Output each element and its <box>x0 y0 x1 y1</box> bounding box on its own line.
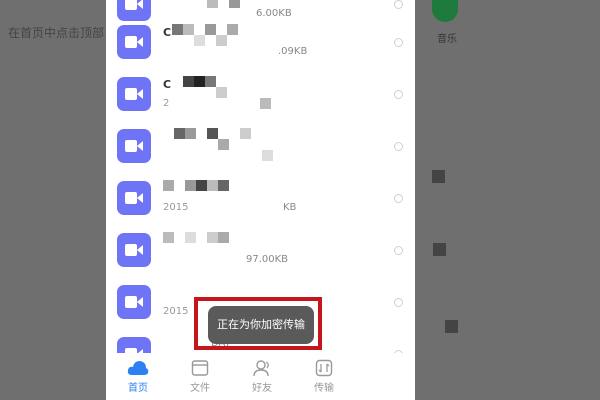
music-icon <box>432 0 458 22</box>
file-size: KB <box>283 202 297 213</box>
file-name: C <box>163 78 172 91</box>
file-row[interactable]: 97.00KB <box>106 224 415 276</box>
background-thumbnail <box>432 170 445 183</box>
blurred-filename <box>163 128 283 162</box>
file-meta: 2 <box>163 98 170 109</box>
file-size: .09KB <box>278 46 308 57</box>
video-file-icon <box>117 25 151 59</box>
watermark <box>335 358 385 388</box>
background-caption: 在首页中点击顶部 <box>8 26 105 40</box>
video-file-icon <box>117 233 151 267</box>
file-name: C <box>163 26 172 39</box>
cloud-icon <box>127 361 149 375</box>
music-label: 音乐 <box>437 34 457 45</box>
select-checkbox[interactable] <box>394 90 403 99</box>
blurred-filename <box>172 24 272 58</box>
file-row[interactable] <box>106 120 415 172</box>
video-file-icon <box>117 129 151 163</box>
video-file-icon <box>117 77 151 111</box>
file-row[interactable]: 2015 KB <box>106 172 415 224</box>
select-checkbox[interactable] <box>394 246 403 255</box>
background-thumbnail <box>445 320 458 333</box>
tab-files-label: 文件 <box>190 383 210 394</box>
tab-home-label: 首页 <box>128 383 148 394</box>
select-checkbox[interactable] <box>394 38 403 47</box>
tab-friends[interactable]: 好友 <box>237 359 287 399</box>
friends-icon <box>253 360 269 377</box>
file-row[interactable]: C 2 <box>106 68 415 120</box>
tab-home[interactable]: 首页 <box>113 359 163 399</box>
transfer-icon <box>315 359 333 377</box>
file-size: 97.00KB <box>246 254 289 265</box>
select-checkbox[interactable] <box>394 0 403 9</box>
video-file-icon <box>117 285 151 319</box>
tab-files[interactable]: 文件 <box>175 359 225 399</box>
folder-icon <box>191 360 209 376</box>
select-checkbox[interactable] <box>394 298 403 307</box>
blurred-filename <box>163 232 243 266</box>
blurred-filename <box>163 180 263 214</box>
video-file-icon <box>117 181 151 215</box>
background-thumbnail <box>433 243 446 256</box>
tab-friends-label: 好友 <box>252 383 272 394</box>
select-checkbox[interactable] <box>394 194 403 203</box>
blurred-filename <box>172 76 282 110</box>
highlight-frame <box>194 297 322 350</box>
file-row[interactable]: C .09KB <box>106 16 415 68</box>
select-checkbox[interactable] <box>394 142 403 151</box>
file-meta: 2015 <box>163 306 189 317</box>
